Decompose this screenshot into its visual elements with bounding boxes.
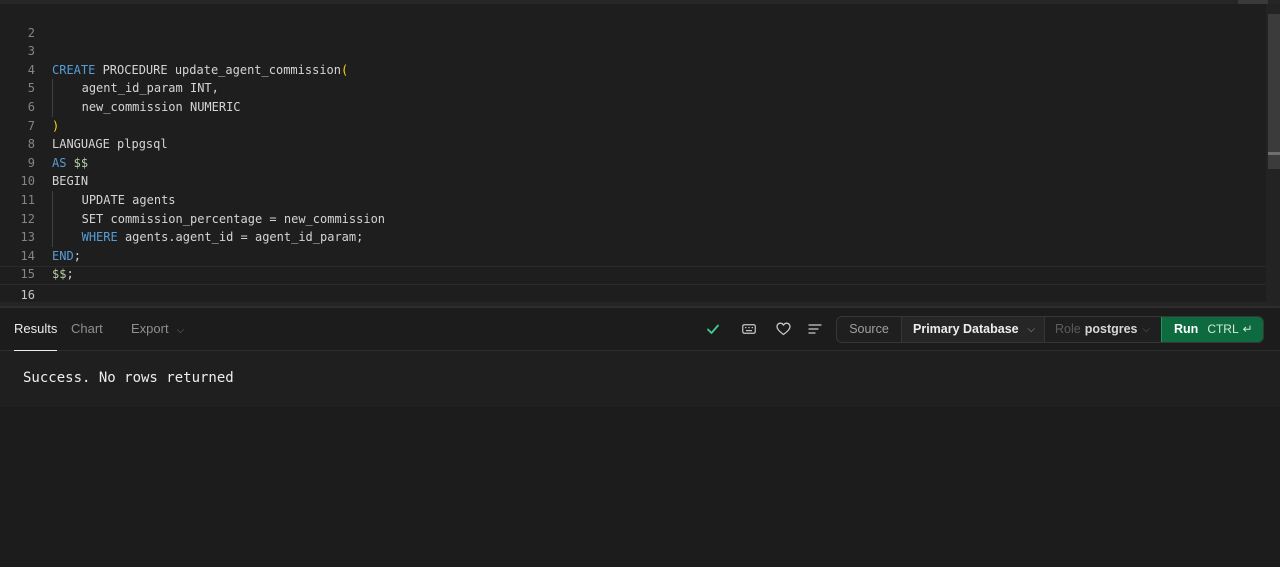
- code-line[interactable]: 2: [0, 5, 1266, 40]
- chevron-down-icon: ⌵: [1142, 324, 1150, 335]
- export-dropdown[interactable]: Export ⌵: [131, 308, 184, 351]
- scrollbar-cursor-marker: [1268, 152, 1280, 155]
- code-line[interactable]: 10 UPDATE agents: [0, 154, 1266, 210]
- tab-chart[interactable]: Chart: [71, 308, 103, 351]
- code-line[interactable]: 3 CREATE PROCEDURE update_agent_commissi…: [0, 24, 1266, 77]
- return-icon: ↵: [1242, 322, 1253, 336]
- chevron-down-icon: ⌵: [176, 325, 185, 336]
- tab-label: Chart: [71, 321, 103, 336]
- database-name: Primary Database: [913, 322, 1019, 336]
- code-line[interactable]: 8 AS $$: [0, 117, 1266, 170]
- code-line[interactable]: 5 new_commission NUMERIC: [0, 61, 1266, 117]
- check-icon: [704, 320, 722, 338]
- results-toolbar: Results Chart Export ⌵ Source Primary Dat…: [0, 308, 1280, 352]
- code-line[interactable]: 14 $$;: [0, 228, 1266, 282]
- database-selector[interactable]: Primary Database ⌵: [902, 317, 1045, 342]
- code-line[interactable]: 12 WHERE agents.agent_id = agent_id_para…: [0, 191, 1266, 247]
- run-button[interactable]: Run CTRL ↵: [1161, 317, 1263, 342]
- code-line[interactable]: 9 BEGIN: [0, 135, 1266, 189]
- results-panel: Success. No rows returned: [0, 351, 1280, 406]
- tab-results[interactable]: Results: [14, 308, 58, 352]
- editor-vertical-scrollbar[interactable]: [1266, 4, 1280, 306]
- align-left-icon[interactable]: [806, 320, 824, 338]
- role-label: Role: [1055, 322, 1081, 336]
- heart-icon[interactable]: [774, 320, 792, 338]
- result-message: Success. No rows returned: [23, 370, 234, 386]
- keyboard-icon[interactable]: [740, 320, 758, 338]
- code-line[interactable]: 6 ): [0, 79, 1266, 133]
- role-selector[interactable]: Role postgres ⌵: [1045, 317, 1162, 342]
- scrollbar-thumb[interactable]: [1268, 14, 1280, 169]
- code-line[interactable]: 11 SET commission_percentage = new_commi…: [0, 172, 1266, 228]
- code-line-active[interactable]: 16: [0, 266, 1266, 302]
- empty-results-area: [0, 406, 1280, 567]
- run-shortcut: CTRL: [1207, 322, 1239, 336]
- chevron-down-icon: ⌵: [1027, 324, 1035, 335]
- tab-label: Export: [131, 321, 169, 336]
- code-line[interactable]: 4 agent_id_param INT,: [0, 42, 1266, 98]
- sql-editor[interactable]: 2 3 CREATE PROCEDURE update_agent_commis…: [0, 0, 1280, 306]
- role-value: postgres: [1084, 322, 1138, 336]
- editor-top-border: [0, 0, 1280, 4]
- code-line[interactable]: 15: [0, 247, 1266, 281]
- tab-label: Results: [14, 321, 58, 336]
- code-line[interactable]: 7 LANGUAGE plpgsql: [0, 98, 1266, 152]
- editor-top-scroll-indicator: [1238, 0, 1268, 4]
- source-label: Source: [837, 317, 902, 342]
- run-label: Run: [1174, 322, 1199, 336]
- code-line[interactable]: 13 END;: [0, 210, 1266, 263]
- query-run-controls: Source Primary Database ⌵ Role postgres ⌵ R…: [836, 316, 1264, 343]
